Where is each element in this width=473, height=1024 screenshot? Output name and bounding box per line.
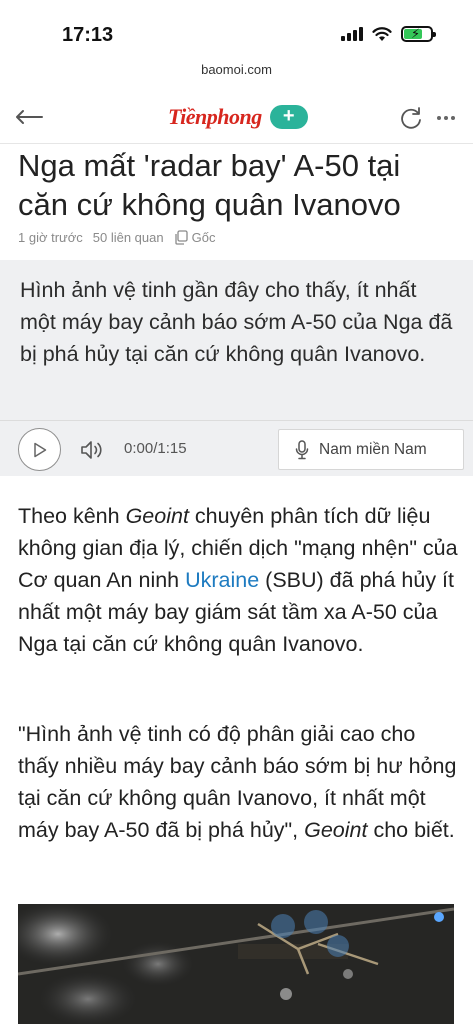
article-paragraph: "Hình ảnh vệ tinh có độ phân giải cao ch…	[18, 718, 458, 846]
copy-icon	[174, 230, 188, 245]
article-paragraph: Theo kênh Geoint chuyên phân tích dữ liệ…	[18, 500, 458, 660]
related-link[interactable]: 50 liên quan	[93, 230, 164, 245]
play-button[interactable]	[18, 428, 61, 471]
duration: /1:15	[153, 440, 187, 457]
more-icon	[437, 116, 441, 120]
voice-label: Nam miền Nam	[319, 440, 427, 458]
more-button[interactable]	[431, 104, 461, 132]
wifi-icon	[372, 26, 392, 41]
signal-icon	[341, 27, 363, 41]
paragraph-text: Theo kênh	[18, 504, 126, 528]
channel-name: Geoint	[304, 818, 368, 842]
status-icons: ⚡	[341, 26, 436, 42]
refresh-icon	[401, 107, 421, 129]
ukraine-link[interactable]: Ukraine	[185, 568, 259, 592]
speaker-icon[interactable]	[80, 439, 104, 461]
voice-select-button[interactable]: Nam miền Nam	[278, 429, 464, 470]
logo-text: Tiềnphong	[168, 104, 262, 129]
back-arrow-icon	[16, 110, 43, 124]
battery-icon: ⚡	[401, 26, 436, 42]
current-time: 0:00	[124, 440, 154, 457]
logo[interactable]: Tiềnphong +	[168, 104, 308, 130]
time-ago: 1 giờ trước	[18, 230, 83, 245]
satellite-image[interactable]	[18, 904, 454, 1024]
refresh-button[interactable]	[397, 104, 425, 132]
paragraph-text: cho biết.	[367, 818, 455, 842]
satellite-photo	[18, 904, 454, 1024]
summary-box: Hình ảnh vệ tinh gần đây cho thấy, ít nh…	[0, 260, 473, 476]
status-time: 17:13	[62, 24, 114, 46]
back-button[interactable]	[12, 102, 46, 132]
article-meta: 1 giờ trước 50 liên quan Gốc	[18, 230, 215, 245]
play-icon	[33, 442, 46, 457]
source-link[interactable]: Gốc	[174, 230, 216, 245]
channel-name: Geoint	[125, 504, 189, 528]
article-title: Nga mất 'radar bay' A-50 tại căn cứ khôn…	[18, 148, 401, 222]
image-badge[interactable]	[434, 912, 444, 922]
divider	[0, 420, 473, 421]
url-bar[interactable]: baomoi.com	[0, 62, 473, 90]
audio-time: 0:00/1:15	[124, 440, 187, 457]
microphone-icon	[295, 439, 309, 459]
source-label: Gốc	[191, 230, 216, 245]
follow-button[interactable]: +	[269, 105, 308, 129]
app-header: Tiềnphong +	[0, 92, 473, 144]
status-bar: 17:13 ⚡	[0, 0, 473, 62]
article-summary: Hình ảnh vệ tinh gần đây cho thấy, ít nh…	[20, 278, 453, 366]
